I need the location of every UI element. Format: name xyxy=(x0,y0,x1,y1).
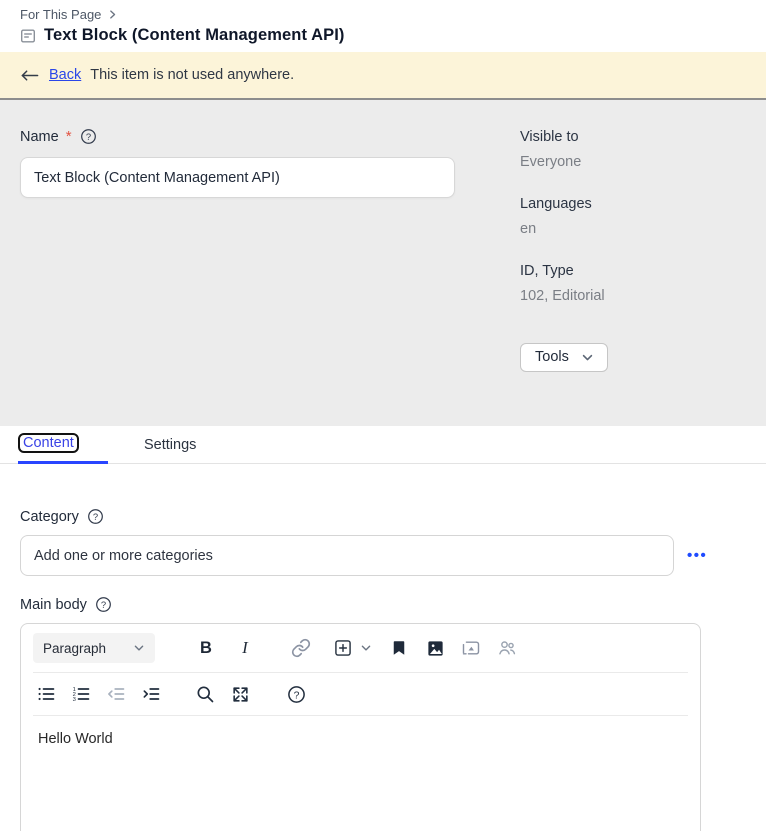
bullet-list-icon xyxy=(36,684,56,704)
name-input[interactable] xyxy=(20,157,455,198)
tab-settings[interactable]: Settings xyxy=(144,435,196,464)
meta-languages: Languages en xyxy=(520,196,746,237)
meta-label: ID, Type xyxy=(520,263,746,279)
tools-button-label: Tools xyxy=(535,349,569,365)
plus-square-icon xyxy=(333,638,353,658)
editor-toolbar-row1: Paragraph B I xyxy=(21,624,700,672)
help-circle-icon: ? xyxy=(287,685,306,704)
embed-media-button[interactable] xyxy=(458,635,484,661)
meta-visible-to: Visible to Everyone xyxy=(520,129,746,170)
main-body-label: Main body xyxy=(20,597,87,613)
category-input[interactable] xyxy=(20,535,674,576)
format-select-value: Paragraph xyxy=(43,641,106,656)
tools-button[interactable]: Tools xyxy=(520,343,608,372)
page-header: For This Page Text Block (Content Manage… xyxy=(0,0,766,52)
editor-help-button[interactable]: ? xyxy=(283,681,309,707)
content-tab-panel: Category ? ••• Main body ? Paragraph B I xyxy=(0,508,766,831)
bold-button[interactable]: B xyxy=(193,635,219,661)
meta-id-type: ID, Type 102, Editorial xyxy=(520,263,746,304)
notice-bar: Back This item is not used anywhere. xyxy=(0,52,766,100)
tab-bar: Content Settings xyxy=(0,435,766,464)
meta-column: Visible to Everyone Languages en ID, Typ… xyxy=(520,128,746,426)
insert-block-button[interactable] xyxy=(330,635,356,661)
help-icon[interactable]: ? xyxy=(95,596,112,613)
outdent-button[interactable] xyxy=(103,681,129,707)
image-frame-icon xyxy=(461,638,481,658)
main-body-label-row: Main body ? xyxy=(20,596,746,613)
fullscreen-icon xyxy=(231,685,250,704)
meta-label: Languages xyxy=(520,196,746,212)
anchor-button[interactable] xyxy=(386,635,412,661)
content-edit-page: For This Page Text Block (Content Manage… xyxy=(0,0,766,831)
page-title: Text Block (Content Management API) xyxy=(44,26,345,45)
chevron-right-icon xyxy=(107,9,118,20)
chevron-down-icon[interactable] xyxy=(360,642,372,654)
svg-text:?: ? xyxy=(101,600,106,611)
breadcrumb[interactable]: For This Page xyxy=(20,7,746,22)
bullet-list-button[interactable] xyxy=(33,681,59,707)
svg-text:?: ? xyxy=(93,512,98,523)
outdent-icon xyxy=(106,684,126,704)
fullscreen-button[interactable] xyxy=(227,681,253,707)
category-label-row: Category ? xyxy=(20,508,746,525)
svg-text:?: ? xyxy=(85,132,90,143)
help-icon[interactable]: ? xyxy=(80,128,97,145)
editor-content-area[interactable]: Hello World xyxy=(21,716,700,762)
search-button[interactable] xyxy=(192,681,218,707)
insert-image-button[interactable] xyxy=(422,635,448,661)
name-label-row: Name * ? xyxy=(20,128,520,145)
image-icon xyxy=(426,639,445,658)
indent-button[interactable] xyxy=(138,681,164,707)
properties-panel: Name * ? Visible to Everyone Languages e… xyxy=(0,100,766,426)
required-asterisk: * xyxy=(66,128,72,145)
name-field-group: Name * ? xyxy=(20,128,520,426)
tab-content[interactable]: Content xyxy=(18,435,108,464)
indent-icon xyxy=(141,684,161,704)
bookmark-icon xyxy=(390,639,408,657)
people-icon xyxy=(497,638,517,658)
breadcrumb-label[interactable]: For This Page xyxy=(20,7,101,22)
back-arrow-icon[interactable] xyxy=(20,69,39,82)
content-block-icon xyxy=(20,28,36,44)
format-select[interactable]: Paragraph xyxy=(33,633,155,663)
editor-toolbar-row2: 123 ? xyxy=(21,673,700,715)
svg-text:3: 3 xyxy=(73,697,76,703)
editor-text: Hello World xyxy=(38,731,113,747)
meta-label: Visible to xyxy=(520,129,746,145)
meta-value: Everyone xyxy=(520,154,746,170)
insert-block-group xyxy=(330,635,372,661)
numbered-list-button[interactable]: 123 xyxy=(68,681,94,707)
back-link[interactable]: Back xyxy=(49,67,81,83)
personalization-button[interactable] xyxy=(494,635,520,661)
category-label: Category xyxy=(20,509,79,525)
link-button[interactable] xyxy=(288,635,314,661)
chevron-down-icon xyxy=(133,642,145,654)
tab-settings-label: Settings xyxy=(144,437,196,453)
chevron-down-icon xyxy=(581,351,594,364)
rich-text-editor: Paragraph B I xyxy=(20,623,701,831)
category-more-button[interactable]: ••• xyxy=(687,548,707,563)
help-icon[interactable]: ? xyxy=(87,508,104,525)
tab-content-label: Content xyxy=(18,433,79,453)
meta-value: 102, Editorial xyxy=(520,288,746,304)
numbered-list-icon: 123 xyxy=(71,684,91,704)
italic-button[interactable]: I xyxy=(232,635,258,661)
search-icon xyxy=(195,684,215,704)
meta-value: en xyxy=(520,221,746,237)
svg-text:?: ? xyxy=(293,690,299,701)
link-icon xyxy=(291,638,311,658)
title-row: Text Block (Content Management API) xyxy=(20,26,746,45)
category-field-row: ••• xyxy=(20,535,746,576)
notice-message: This item is not used anywhere. xyxy=(90,67,294,83)
name-label: Name xyxy=(20,129,59,145)
